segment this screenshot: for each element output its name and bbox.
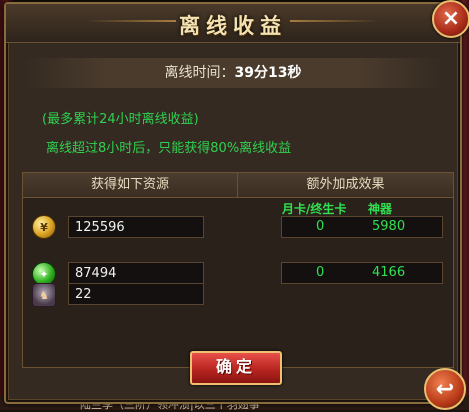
bonus-box-exp: 0 4166 bbox=[281, 262, 443, 284]
offline-time-label: 离线时间： bbox=[164, 65, 235, 81]
bonus-card-exp: 0 bbox=[316, 265, 325, 280]
offline-time-value: 39分13秒 bbox=[234, 65, 302, 81]
sub-label-card: 月卡/终生卡 bbox=[282, 202, 347, 216]
resource-value-gold: 125596 bbox=[68, 216, 204, 238]
bonus-artifact-gold: 5980 bbox=[372, 219, 406, 234]
figure-item-icon: ♞ bbox=[32, 283, 56, 307]
over-8h-note: 离线超过8小时后，只能获得80%离线收益 bbox=[46, 141, 292, 156]
close-icon[interactable]: × bbox=[432, 0, 469, 38]
title-decoration-right bbox=[290, 20, 380, 22]
header-resources: 获得如下资源 bbox=[23, 173, 238, 198]
resource-value-exp: 87494 bbox=[68, 262, 204, 284]
header-bonus: 额外加成效果 bbox=[238, 173, 453, 198]
bonus-artifact-exp: 4166 bbox=[372, 265, 406, 280]
dialog-title: 离线收益 bbox=[179, 14, 287, 38]
bonus-box-gold: 0 5980 bbox=[281, 216, 443, 238]
resource-value-item: 22 bbox=[68, 283, 204, 305]
gold-coin-icon: ¥ bbox=[32, 215, 56, 239]
offline-earnings-dialog: 离线收益 离线时间：39分13秒 (最多累计24小时离线收益) 离线超过8小时后… bbox=[4, 2, 462, 404]
bonus-card-gold: 0 bbox=[316, 219, 325, 234]
confirm-button[interactable]: 确定 bbox=[190, 351, 282, 385]
offline-time-row: 离线时间：39分13秒 bbox=[22, 58, 444, 88]
title-bar: 离线收益 bbox=[6, 4, 460, 43]
back-arrow-icon[interactable]: ↩ bbox=[424, 368, 466, 410]
max-accumulate-note: (最多累计24小时离线收益) bbox=[42, 112, 199, 127]
sub-label-artifact: 神器 bbox=[368, 202, 393, 216]
